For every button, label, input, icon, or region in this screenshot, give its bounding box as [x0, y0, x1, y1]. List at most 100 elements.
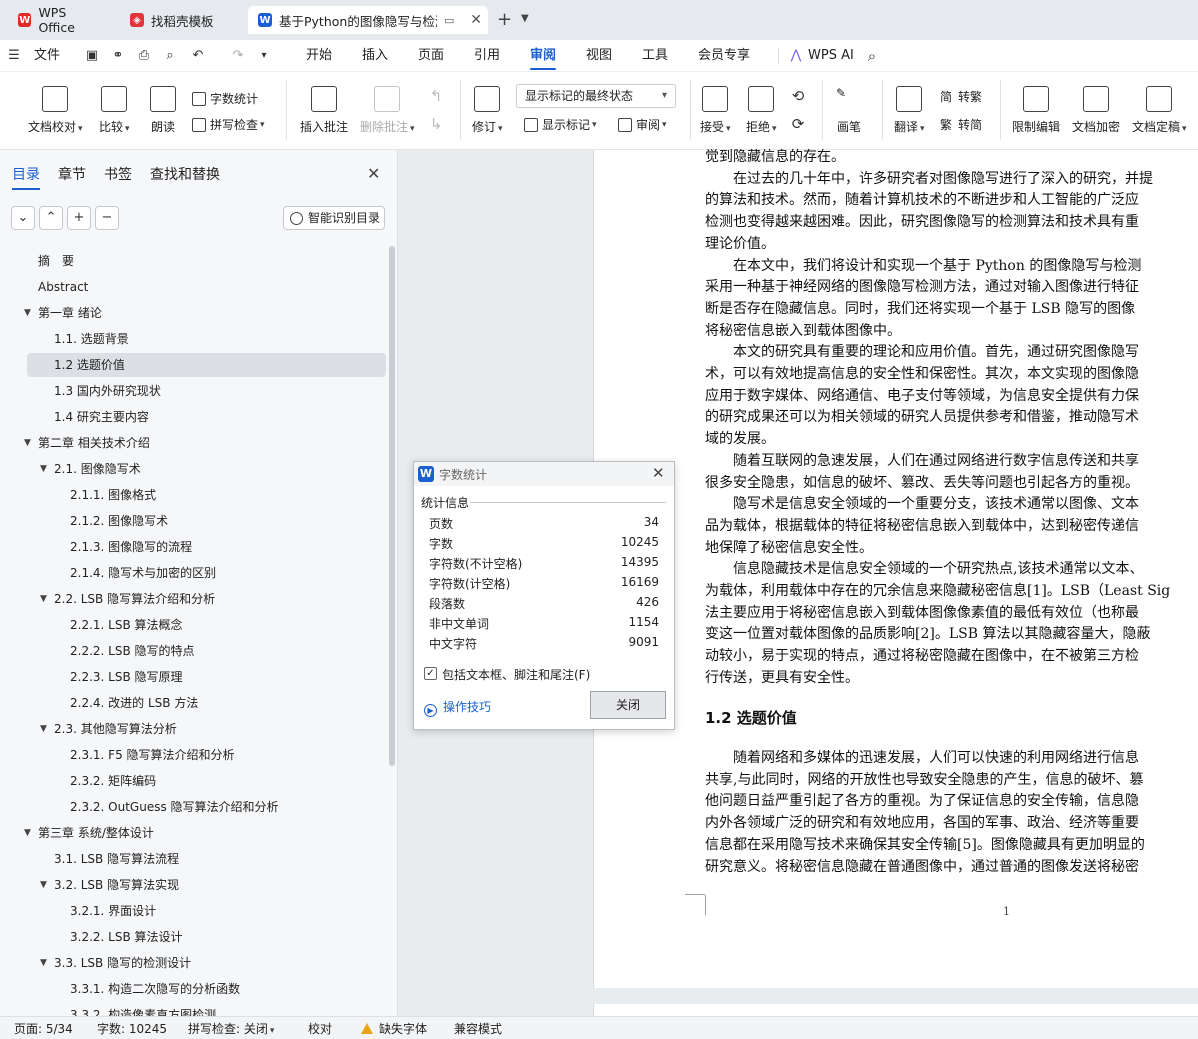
search-icon[interactable]: ⌕ [864, 48, 880, 64]
to-traditional-button[interactable]: 简 转繁 [940, 88, 982, 105]
undo-icon[interactable]: ↶ [190, 48, 206, 64]
toc-item[interactable]: 2.2.4. 改进的 LSB 方法 [70, 692, 198, 714]
next-comment-icon[interactable]: ↳ [428, 116, 444, 132]
chevron-down-icon[interactable]: ▾ [256, 48, 272, 64]
doc-check-button[interactable]: 文档校对 ▾ [28, 86, 83, 135]
close-icon[interactable]: ✕ [367, 164, 380, 183]
compare-button[interactable]: 比较 ▾ [99, 86, 130, 135]
chevron-down-icon[interactable]: ▼ [40, 588, 47, 610]
toc-item[interactable]: 3.2.1. 界面设计 [70, 900, 156, 922]
new-tab-icon[interactable]: + [497, 9, 512, 30]
toc-item[interactable]: 3.3.2. 构造像素直方图检测 [70, 1004, 216, 1016]
tab-current-document[interactable]: W 基于Python的图像隐写与检测 ▭ ✕ [248, 6, 488, 34]
hamburger-icon[interactable]: ☰ [6, 48, 22, 64]
close-button[interactable]: 关闭 [590, 691, 666, 719]
prev-change-icon[interactable]: ⟲ [790, 88, 806, 104]
nav-tab-bookmarks[interactable]: 书签 [104, 164, 132, 188]
toc-item[interactable]: 2.1.1. 图像格式 [70, 484, 156, 506]
chevron-down-icon[interactable]: ▼ [40, 458, 47, 480]
remove-heading-button[interactable]: − [95, 206, 119, 230]
close-icon[interactable]: ✕ [470, 12, 482, 28]
toc-item[interactable]: ▼ 3.2. LSB 隐写算法实现 [40, 874, 179, 896]
print-preview-icon[interactable]: ⌕ [162, 48, 178, 64]
spell-check-button[interactable]: 拼写检查 ▾ [192, 116, 265, 133]
translate-button[interactable]: 翻译 ▾ [894, 86, 925, 135]
menu-view[interactable]: 视图 [586, 40, 612, 72]
redo-icon[interactable]: ↷ [230, 48, 246, 64]
include-textbox-checkbox[interactable]: ✓ [424, 667, 437, 680]
page-indicator[interactable]: 页面: 5/34 [14, 1020, 73, 1037]
toc-item[interactable]: 2.2.2. LSB 隐写的特点 [70, 640, 195, 662]
toc-item[interactable]: 2.3.2. 矩阵编码 [70, 770, 156, 792]
accept-button[interactable]: 接受 ▾ [700, 86, 731, 135]
proofread-status[interactable]: 校对 [308, 1020, 332, 1037]
chevron-down-icon[interactable]: ▼ [40, 952, 47, 974]
delete-comment-button[interactable]: 删除批注 ▾ [360, 86, 415, 135]
menu-review[interactable]: 审阅 [530, 40, 557, 72]
add-heading-button[interactable]: + [67, 206, 91, 230]
menu-file[interactable]: 文件 [34, 40, 60, 72]
finalize-button[interactable]: 文档定稿 ▾ [1132, 86, 1187, 135]
spell-check-status[interactable]: 拼写检查: 关闭 ▾ [188, 1020, 274, 1037]
toc-item[interactable]: 3.3.1. 构造二次隐写的分析函数 [70, 978, 240, 1000]
toc-item[interactable]: 1.2 选题价值 [54, 354, 125, 376]
nav-scrollbar[interactable] [389, 246, 395, 766]
review-pane-button[interactable]: 审阅 ▾ [618, 116, 667, 133]
expand-up-button[interactable]: ⌃ [39, 206, 63, 230]
link-icon[interactable]: ⚭ [110, 48, 126, 64]
chevron-down-icon[interactable]: ▼ [40, 874, 47, 896]
toc-item[interactable]: 2.1.3. 图像隐写的流程 [70, 536, 192, 558]
word-count-button[interactable]: 字数统计 [192, 90, 258, 107]
toc-item[interactable]: Abstract [38, 276, 88, 298]
menu-insert[interactable]: 插入 [362, 40, 388, 72]
chevron-down-icon[interactable]: ▼ [24, 432, 31, 454]
tips-link[interactable]: ▶ 操作技巧 [424, 698, 491, 717]
menu-reference[interactable]: 引用 [474, 40, 500, 72]
toc-item[interactable]: 2.3.1. F5 隐写算法介绍和分析 [70, 744, 235, 766]
dialog-titlebar[interactable]: W 字数统计 ✕ [414, 462, 674, 486]
chevron-down-icon[interactable]: ▼ [24, 822, 31, 844]
to-simplified-button[interactable]: 繁 转简 [940, 116, 982, 133]
tab-wps-office[interactable]: W WPS Office [8, 5, 114, 35]
toc-item[interactable]: 3.1. LSB 隐写算法流程 [54, 848, 179, 870]
toc-item[interactable]: ▼ 第二章 相关技术介绍 [24, 432, 150, 454]
chevron-down-icon[interactable]: ▼ [521, 13, 529, 24]
toc-item[interactable]: 2.2.3. LSB 隐写原理 [70, 666, 183, 688]
restrict-edit-button[interactable]: 限制编辑 [1012, 86, 1060, 135]
toc-item[interactable]: 1.1. 选题背景 [54, 328, 129, 350]
next-change-icon[interactable]: ⟳ [790, 116, 806, 132]
save-icon[interactable]: ▣ [84, 48, 100, 64]
nav-tab-find-replace[interactable]: 查找和替换 [150, 164, 220, 188]
menu-wps-ai[interactable]: WPS AI [808, 40, 854, 72]
word-count-indicator[interactable]: 字数: 10245 [97, 1020, 167, 1037]
tab-docer-templates[interactable]: ◈ 找稻壳模板 [120, 6, 242, 34]
chevron-down-icon[interactable]: ▼ [40, 718, 47, 740]
encrypt-button[interactable]: 文档加密 [1072, 86, 1120, 135]
markup-state-select[interactable]: 显示标记的最终状态 ▾ [516, 84, 676, 108]
close-icon[interactable]: ✕ [652, 464, 665, 482]
chevron-down-icon[interactable]: ▼ [24, 302, 31, 324]
print-icon[interactable]: ⎙ [136, 48, 152, 64]
smart-toc-button[interactable]: 智能识别目录 [283, 206, 385, 230]
prev-comment-icon[interactable]: ↰ [428, 88, 444, 104]
toc-item[interactable]: ▼ 3.3. LSB 隐写的检测设计 [40, 952, 191, 974]
menu-member[interactable]: 会员专享 [698, 40, 750, 72]
menu-tools[interactable]: 工具 [642, 40, 668, 72]
insert-comment-button[interactable]: 插入批注 [300, 86, 348, 135]
toc-item[interactable]: 3.2.2. LSB 算法设计 [70, 926, 183, 948]
toc-item[interactable]: ▼ 第三章 系统/整体设计 [24, 822, 154, 844]
toc-item[interactable]: ▼ 2.2. LSB 隐写算法介绍和分析 [40, 588, 215, 610]
track-changes-button[interactable]: 修订 ▾ [472, 86, 503, 135]
toc-item[interactable]: 1.3 国内外研究现状 [54, 380, 161, 402]
collapse-all-button[interactable]: ⌄ [11, 206, 35, 230]
menu-page[interactable]: 页面 [418, 40, 444, 72]
toc-item[interactable]: 2.1.4. 隐写术与加密的区别 [70, 562, 216, 584]
reject-button[interactable]: 拒绝 ▾ [746, 86, 777, 135]
screen-icon[interactable]: ▭ [444, 14, 454, 27]
toc-item[interactable]: 1.4 研究主要内容 [54, 406, 149, 428]
toc-item[interactable]: ▼ 2.3. 其他隐写算法分析 [40, 718, 177, 740]
menu-home[interactable]: 开始 [306, 40, 332, 72]
read-aloud-button[interactable]: 朗读 [150, 86, 176, 135]
nav-tab-sections[interactable]: 章节 [58, 164, 86, 188]
show-markup-button[interactable]: 显示标记 ▾ [524, 116, 597, 133]
